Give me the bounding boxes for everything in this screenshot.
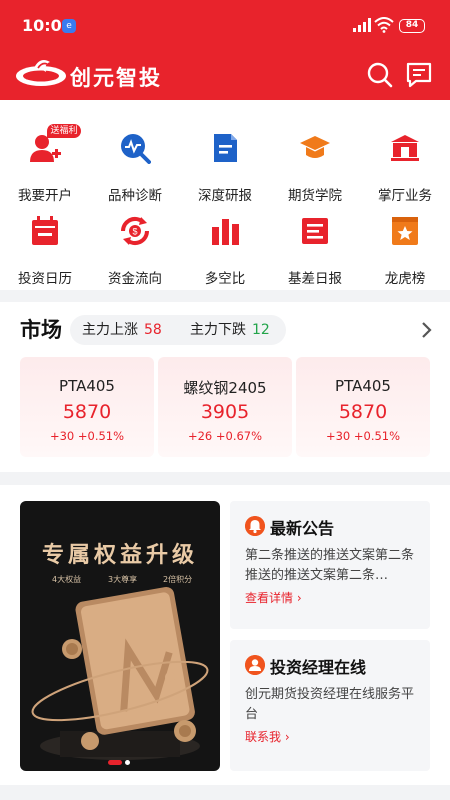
graduation-icon [300,136,330,158]
app-header: 10:01 e 84 创元智投 [0,0,450,100]
menu-item-hall[interactable]: 掌厅业务 [360,120,450,204]
menu-label: 掌厅业务 [378,188,432,204]
quote-name: 螺纹钢2405 [183,379,267,397]
daily-report-icon [302,218,328,244]
contact-link[interactable]: 联系我 › [245,728,290,745]
menu-label: 龙虎榜 [384,271,426,287]
carousel-dot-active[interactable] [108,760,122,765]
menu-label: 品种诊断 [108,188,162,204]
menu-label: 资金流向 [108,271,162,287]
svg-text:$: $ [132,227,137,237]
message-icon[interactable] [405,61,433,89]
banner-illustration [31,586,209,760]
manager-icon [245,655,265,675]
quote-card[interactable]: 螺纹钢2405 3905 +26 +0.67% [158,357,292,457]
quote-name: PTA405 [59,377,115,395]
bank-icon [391,135,419,161]
quote-name: PTA405 [335,377,391,395]
menu-item-diagnosis[interactable]: 品种诊断 [90,120,180,204]
diagnosis-icon [121,134,151,164]
menu-item-research[interactable]: 深度研报 [180,120,270,204]
brand-name: 创元智投 [70,66,162,90]
brand-logo-icon [16,60,66,86]
signal-icon [353,18,371,32]
quote-card[interactable]: PTA405 5870 +30 +0.51% [20,357,154,457]
main-up-pill[interactable]: 主力上涨 58 [70,315,178,345]
app-notification-icon: e [62,19,76,33]
quote-change: +30 +0.51% [49,429,125,443]
quote-change: +26 +0.67% [187,429,263,443]
menu-label: 投资日历 [18,271,72,287]
carousel-dot[interactable] [125,760,130,765]
search-icon[interactable] [366,61,394,89]
chevron-right-icon: › [296,591,302,605]
quote-price: 3905 [200,401,250,423]
announcement-link[interactable]: 查看详情 › [245,589,302,606]
bar-chart-icon [212,219,239,245]
manager-card[interactable]: 投资经理在线 创元期货投资经理在线服务平台 联系我 › [230,640,430,771]
bell-icon [245,516,265,536]
menu-item-basis-daily[interactable]: 基差日报 [270,203,360,287]
wifi-icon [374,17,394,33]
battery-indicator: 84 [399,19,425,33]
menu-label: 基差日报 [288,271,342,287]
menu-label: 我要开户 [18,188,72,204]
main-up-count: 58 [144,322,162,338]
manager-desc: 创元期货投资经理在线服务平台 [245,687,415,722]
manager-title: 投资经理在线 [270,658,367,677]
main-down-label: 主力下跌 [190,322,246,338]
main-down-count: 12 [252,322,270,338]
market-title: 市场 [20,318,62,342]
main-up-label: 主力上涨 [82,322,138,338]
menu-label: 深度研报 [198,188,252,204]
report-icon [214,134,237,162]
quote-card[interactable]: PTA405 5870 +30 +0.51% [296,357,430,457]
menu-label: 期货学院 [288,188,342,204]
menu-label: 多空比 [204,271,246,287]
bottom-divider [0,785,450,800]
quote-price: 5870 [62,401,112,423]
link-label: 联系我 [245,730,282,744]
promo-banner[interactable]: 专属权益升级 4大权益 3大尊享 2倍积分 [20,501,220,771]
menu-item-academy[interactable]: 期货学院 [270,120,360,204]
quote-change: +30 +0.51% [325,429,401,443]
money-flow-icon: $ [120,216,150,246]
announcement-card[interactable]: 最新公告 第二条推送的推送文案第二条推送的推送文案第二条… 查看详情 › [230,501,430,629]
calendar-icon [32,216,58,245]
status-bar: 10:01 e 84 [0,0,450,54]
menu-item-calendar[interactable]: 投资日历 [0,203,90,287]
link-label: 查看详情 [245,591,294,605]
welfare-badge: 送福利 [47,124,81,138]
chevron-right-icon: › [284,730,290,744]
main-down-pill[interactable]: 主力下跌 12 [178,315,286,345]
quote-price: 5870 [338,401,388,423]
ranking-icon [392,217,418,245]
menu-item-money-flow[interactable]: $ 资金流向 [90,203,180,287]
menu-item-long-short[interactable]: 多空比 [180,203,270,287]
chevron-right-icon[interactable] [420,322,432,338]
announcement-title: 最新公告 [270,519,335,538]
announcement-desc: 第二条推送的推送文案第二条推送的推送文案第二条… [245,548,415,583]
menu-item-ranking[interactable]: 龙虎榜 [360,203,450,287]
